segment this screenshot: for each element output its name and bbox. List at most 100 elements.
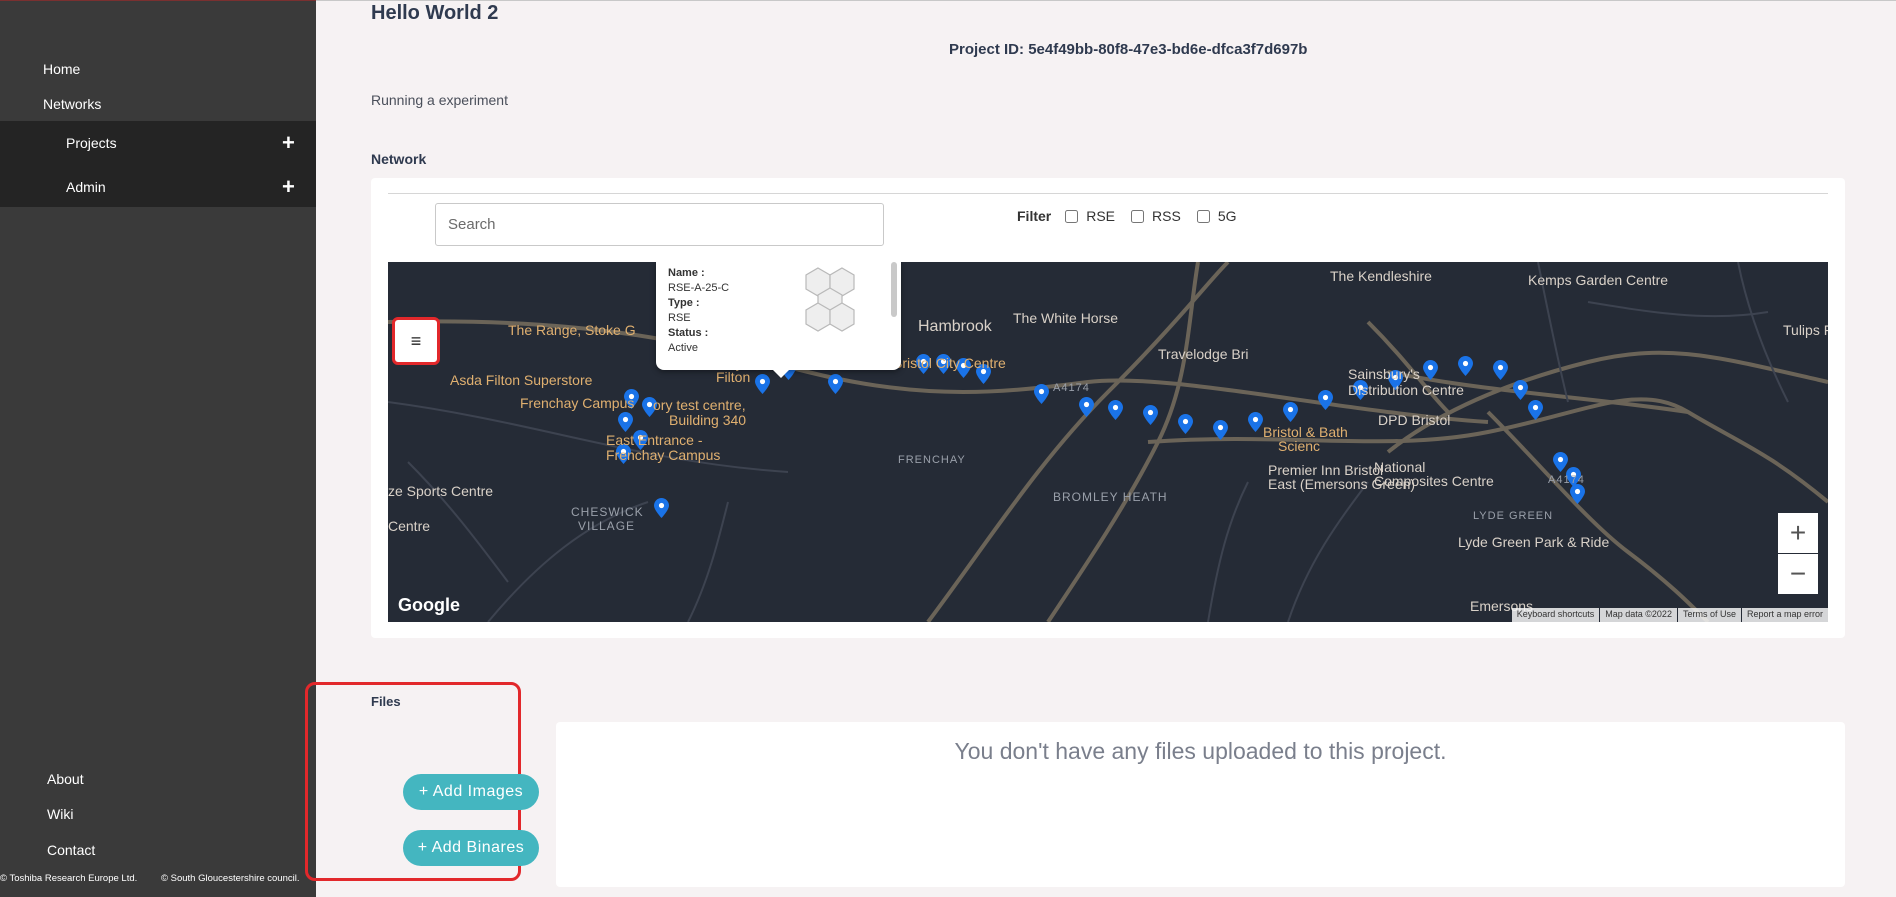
- add-binaries-button[interactable]: + Add Binares: [403, 830, 539, 866]
- filter-rss[interactable]: RSS: [1131, 208, 1181, 224]
- page-title: Hello World 2: [371, 2, 499, 24]
- device-pin[interactable]: [1108, 400, 1123, 420]
- top-divider: [316, 0, 1896, 1]
- map-label: Kemps Garden Centre: [1528, 272, 1669, 288]
- device-info-popup[interactable]: Name : RSE-A-25-C Type : RSE Status : Ac…: [656, 262, 901, 378]
- device-pin[interactable]: [828, 374, 843, 394]
- nav-home[interactable]: Home: [43, 61, 80, 77]
- popup-scrollbar[interactable]: [891, 262, 897, 317]
- nav-networks[interactable]: Networks: [43, 96, 101, 112]
- nav-admin[interactable]: Admin +: [0, 165, 316, 209]
- project-id-value: 5e4f49bb-80f8-47e3-bd6e-dfca3f7d697b: [1028, 41, 1308, 58]
- filter-rse[interactable]: RSE: [1065, 208, 1115, 224]
- device-pin[interactable]: [1034, 384, 1049, 404]
- map-label: LYDE GREEN: [1473, 510, 1554, 522]
- device-pin[interactable]: [1570, 484, 1585, 504]
- map-label: Filton: [716, 369, 751, 385]
- project-id: Project ID: 5e4f49bb-80f8-47e3-bd6e-dfca…: [949, 41, 1307, 58]
- main-content: Hello World 2 Project ID: 5e4f49bb-80f8-…: [305, 0, 1896, 897]
- empty-files-message: You don't have any files uploaded to thi…: [954, 738, 1447, 764]
- device-pin[interactable]: [1423, 360, 1438, 380]
- device-pin[interactable]: [755, 374, 770, 394]
- map-label: VILLAGE: [578, 519, 636, 533]
- popup-status-value: Active: [668, 342, 698, 354]
- filter-rss-checkbox[interactable]: [1131, 209, 1145, 223]
- keyboard-shortcuts-link[interactable]: Keyboard shortcuts: [1511, 608, 1600, 622]
- google-logo: Google: [398, 595, 460, 615]
- map-label: Building 340: [669, 412, 747, 428]
- nav-contact[interactable]: Contact: [47, 842, 95, 858]
- map-label: Scienc: [1278, 438, 1321, 454]
- map-label: The Kendleshire: [1330, 268, 1432, 284]
- device-pin[interactable]: [654, 498, 669, 518]
- map-label: The Range, Stoke G: [508, 322, 636, 338]
- map-label: BROMLEY HEATH: [1053, 490, 1168, 504]
- nav-wiki[interactable]: Wiki: [47, 806, 73, 822]
- device-pin[interactable]: [1213, 420, 1228, 440]
- device-pin[interactable]: [1528, 400, 1543, 420]
- map-label: ze Sports Centre: [388, 483, 494, 499]
- map-label: East Entrance -: [606, 432, 703, 448]
- map-label: The White Horse: [1013, 310, 1119, 326]
- device-image: [796, 266, 866, 334]
- plus-icon[interactable]: +: [282, 132, 295, 154]
- report-map-error-link[interactable]: Report a map error: [1741, 608, 1828, 622]
- map-label: Centre: [388, 518, 431, 534]
- nav-projects-label: Projects: [66, 135, 117, 151]
- popup-type-value: RSE: [668, 312, 691, 324]
- map-label: FRENCHAY: [898, 454, 966, 466]
- device-pin[interactable]: [1143, 405, 1158, 425]
- files-section-label: Files: [371, 694, 401, 709]
- map-label: Travelodge Bri: [1158, 346, 1249, 362]
- project-description: Running a experiment: [371, 92, 508, 108]
- footer-copyright-council: © South Gloucestershire council.: [161, 873, 300, 884]
- map-data-text: Map data ©2022: [1600, 608, 1677, 622]
- filter-5g-checkbox[interactable]: [1196, 209, 1210, 223]
- map-label: Hambrook: [918, 318, 992, 335]
- device-pin[interactable]: [1493, 360, 1508, 380]
- device-pin[interactable]: [1318, 390, 1333, 410]
- zoom-in-button[interactable]: +: [1778, 513, 1818, 553]
- zoom-out-button[interactable]: −: [1778, 554, 1818, 594]
- network-map[interactable]: The Kendleshire Kemps Garden Centre Hamb…: [388, 262, 1828, 622]
- map-label: Tulips F: [1783, 322, 1828, 338]
- device-pin[interactable]: [1513, 380, 1528, 400]
- card-divider: [388, 193, 1828, 194]
- nav-projects[interactable]: Projects +: [0, 121, 316, 165]
- map-menu-button[interactable]: ≡: [392, 317, 440, 365]
- device-pin[interactable]: [1248, 412, 1263, 432]
- filter-5g[interactable]: 5G: [1196, 208, 1237, 224]
- map-label: Bristol City Centre: [893, 355, 1006, 371]
- filter-rse-label: RSE: [1086, 208, 1116, 224]
- map-label: Composites Centre: [1374, 473, 1494, 489]
- map-label: CHESWICK: [571, 505, 644, 519]
- plus-icon[interactable]: +: [282, 176, 295, 198]
- popup-status-label: Status :: [668, 327, 709, 339]
- map-label: Frenchay Campus: [520, 395, 635, 411]
- popup-pointer: [772, 369, 790, 378]
- nav-about[interactable]: About: [47, 771, 84, 787]
- map-label: A4174: [1053, 382, 1090, 394]
- add-images-button[interactable]: + Add Images: [403, 774, 539, 810]
- map-label: Frenchay Campus: [606, 447, 721, 463]
- device-pin[interactable]: [1283, 402, 1298, 422]
- device-pin[interactable]: [1458, 356, 1473, 376]
- nav-submenu: Projects + Admin +: [0, 121, 316, 207]
- map-attribution: Keyboard shortcuts Map data ©2022 Terms …: [1511, 608, 1828, 622]
- map-label: DPD Bristol: [1378, 412, 1451, 428]
- terms-of-use-link[interactable]: Terms of Use: [1677, 608, 1741, 622]
- search-input[interactable]: [435, 203, 884, 246]
- map-label: A4174: [1548, 474, 1585, 486]
- map-label: Distribution Centre: [1348, 382, 1464, 398]
- map-label: ory test centre,: [653, 397, 746, 413]
- popup-name-value: RSE-A-25-C: [668, 282, 730, 294]
- filter-rse-checkbox[interactable]: [1065, 209, 1079, 223]
- device-pin[interactable]: [618, 412, 633, 432]
- filter-group: Filter RSE RSS 5G: [1017, 208, 1253, 224]
- popup-name-label: Name :: [668, 267, 705, 279]
- filter-label: Filter: [1017, 208, 1052, 224]
- device-pin[interactable]: [1178, 414, 1193, 434]
- network-card: Filter RSE RSS 5G: [371, 178, 1845, 638]
- device-pin[interactable]: [1079, 397, 1094, 417]
- sidebar: Home Networks Projects + Admin + About W…: [0, 0, 316, 897]
